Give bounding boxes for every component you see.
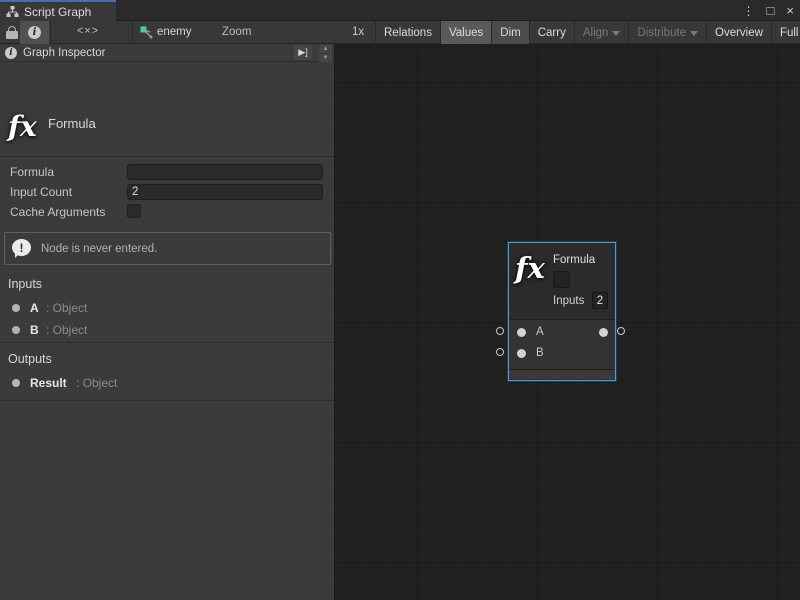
graph-inspector-header: i Graph Inspector ▶] ▲ ▼ xyxy=(0,44,334,62)
tab-script-graph[interactable]: Script Graph xyxy=(0,0,116,21)
port-name: A xyxy=(30,301,39,315)
node-inputs-count-input[interactable]: 2 xyxy=(592,292,608,309)
warning-icon-tail xyxy=(15,253,20,258)
zoom-label: Zoom xyxy=(222,26,251,38)
port-dot-icon xyxy=(12,304,20,312)
toolbar-separator xyxy=(132,21,133,44)
graph-inspector-title: Graph Inspector xyxy=(23,47,105,59)
warning-text: Node is never entered. xyxy=(41,243,157,255)
lock-icon[interactable] xyxy=(6,26,18,39)
script-graph-asset-icon xyxy=(140,26,153,39)
zoom-level: 1x xyxy=(352,26,364,38)
chevron-down-icon xyxy=(690,31,698,36)
carry-button[interactable]: Carry xyxy=(530,21,575,44)
node-port-row-a: A xyxy=(509,327,615,339)
port-name: B xyxy=(30,323,39,337)
info-icon: i xyxy=(28,26,41,39)
node-inputs-label: Inputs xyxy=(553,295,584,307)
script-graph-window: Script Graph ⋮ □ × i <×> enemy Zoom 1x xyxy=(0,0,800,600)
tab-bar: Script Graph ⋮ □ × xyxy=(0,0,800,21)
cache-arguments-label: Cache Arguments xyxy=(10,205,105,219)
values-button[interactable]: Values xyxy=(441,21,492,44)
code-preview-icon[interactable]: <×> xyxy=(68,25,108,37)
relations-button[interactable]: Relations xyxy=(376,21,441,44)
fx-icon: fx xyxy=(515,251,545,285)
outer-port-ring-result[interactable] xyxy=(617,327,625,335)
output-row-result: Result : Object xyxy=(0,376,334,390)
dim-button[interactable]: Dim xyxy=(492,21,529,44)
formula-node[interactable]: fx Formula Inputs 2 A B xyxy=(508,242,616,381)
input-row-b: B : Object xyxy=(0,323,334,337)
port-label: B xyxy=(536,347,544,359)
outer-port-ring-b[interactable] xyxy=(496,348,504,356)
full-screen-button[interactable]: Full Screen xyxy=(772,21,800,44)
node-port-row-b: B xyxy=(509,348,615,360)
formula-input[interactable] xyxy=(127,164,323,180)
align-dropdown[interactable]: Align xyxy=(575,21,630,44)
input-row-a: A : Object xyxy=(0,301,334,315)
input-count-input[interactable] xyxy=(127,184,323,200)
port-dot-icon xyxy=(12,326,20,334)
divider xyxy=(0,400,334,401)
distribute-dropdown[interactable]: Distribute xyxy=(629,21,707,44)
warning-icon: ! xyxy=(12,239,32,258)
input-port-b[interactable] xyxy=(517,349,526,358)
outputs-section-title: Outputs xyxy=(8,352,52,366)
window-menu-icon[interactable]: ⋮ xyxy=(743,5,755,17)
formula-node-footer xyxy=(509,369,615,379)
divider xyxy=(0,342,334,343)
formula-node-header[interactable]: fx Formula Inputs 2 xyxy=(509,243,615,319)
graph-canvas[interactable]: fx Formula Inputs 2 A B xyxy=(335,44,800,600)
warning-box: ! Node is never entered. xyxy=(4,232,331,265)
input-port-a[interactable] xyxy=(517,328,526,337)
chevron-down-icon xyxy=(612,31,620,36)
window-controls: ⋮ □ × xyxy=(743,0,794,21)
tab-label: Script Graph xyxy=(24,5,91,19)
scroll-up-icon[interactable]: ▲ xyxy=(319,45,332,53)
port-label: A xyxy=(536,326,544,338)
hierarchy-icon xyxy=(6,6,19,17)
fx-icon: fx xyxy=(8,110,37,143)
toolbar-buttons: Relations Values Dim Carry Align Distrib… xyxy=(375,21,800,44)
close-icon[interactable]: × xyxy=(786,4,794,17)
graph-inspector-panel: i Graph Inspector ▶] ▲ ▼ fx Formula Form… xyxy=(0,44,335,600)
output-port-result[interactable] xyxy=(599,328,608,337)
input-count-label: Input Count xyxy=(10,185,72,199)
port-dot-icon xyxy=(12,379,20,387)
graph-breadcrumb[interactable]: enemy xyxy=(157,26,192,38)
inputs-section-title: Inputs xyxy=(8,277,42,291)
node-title: Formula xyxy=(553,254,595,266)
formula-field-label: Formula xyxy=(10,165,54,179)
info-icon: i xyxy=(5,47,17,59)
port-name: Result xyxy=(30,376,67,390)
node-formula-input[interactable] xyxy=(553,271,570,288)
port-type: : Object xyxy=(46,323,87,337)
panel-scrollbar: ▲ ▼ xyxy=(319,45,332,62)
outer-port-ring-a[interactable] xyxy=(496,327,504,335)
graph-toolbar: i <×> enemy Zoom 1x Relations Values Dim… xyxy=(0,21,800,44)
scroll-down-icon[interactable]: ▼ xyxy=(319,54,332,62)
inspector-toggle-button[interactable]: i xyxy=(20,21,49,44)
unit-title: Formula xyxy=(48,116,96,131)
maximize-icon[interactable]: □ xyxy=(767,4,775,17)
port-type: : Object xyxy=(76,376,117,390)
divider xyxy=(0,156,334,157)
formula-node-ports: A B xyxy=(509,319,615,369)
cache-arguments-checkbox[interactable] xyxy=(127,204,141,218)
overview-button[interactable]: Overview xyxy=(707,21,772,44)
lock-body xyxy=(6,31,18,39)
dock-panel-icon[interactable]: ▶] xyxy=(294,45,312,60)
port-type: : Object xyxy=(46,301,87,315)
toolbar-separator xyxy=(50,21,51,44)
